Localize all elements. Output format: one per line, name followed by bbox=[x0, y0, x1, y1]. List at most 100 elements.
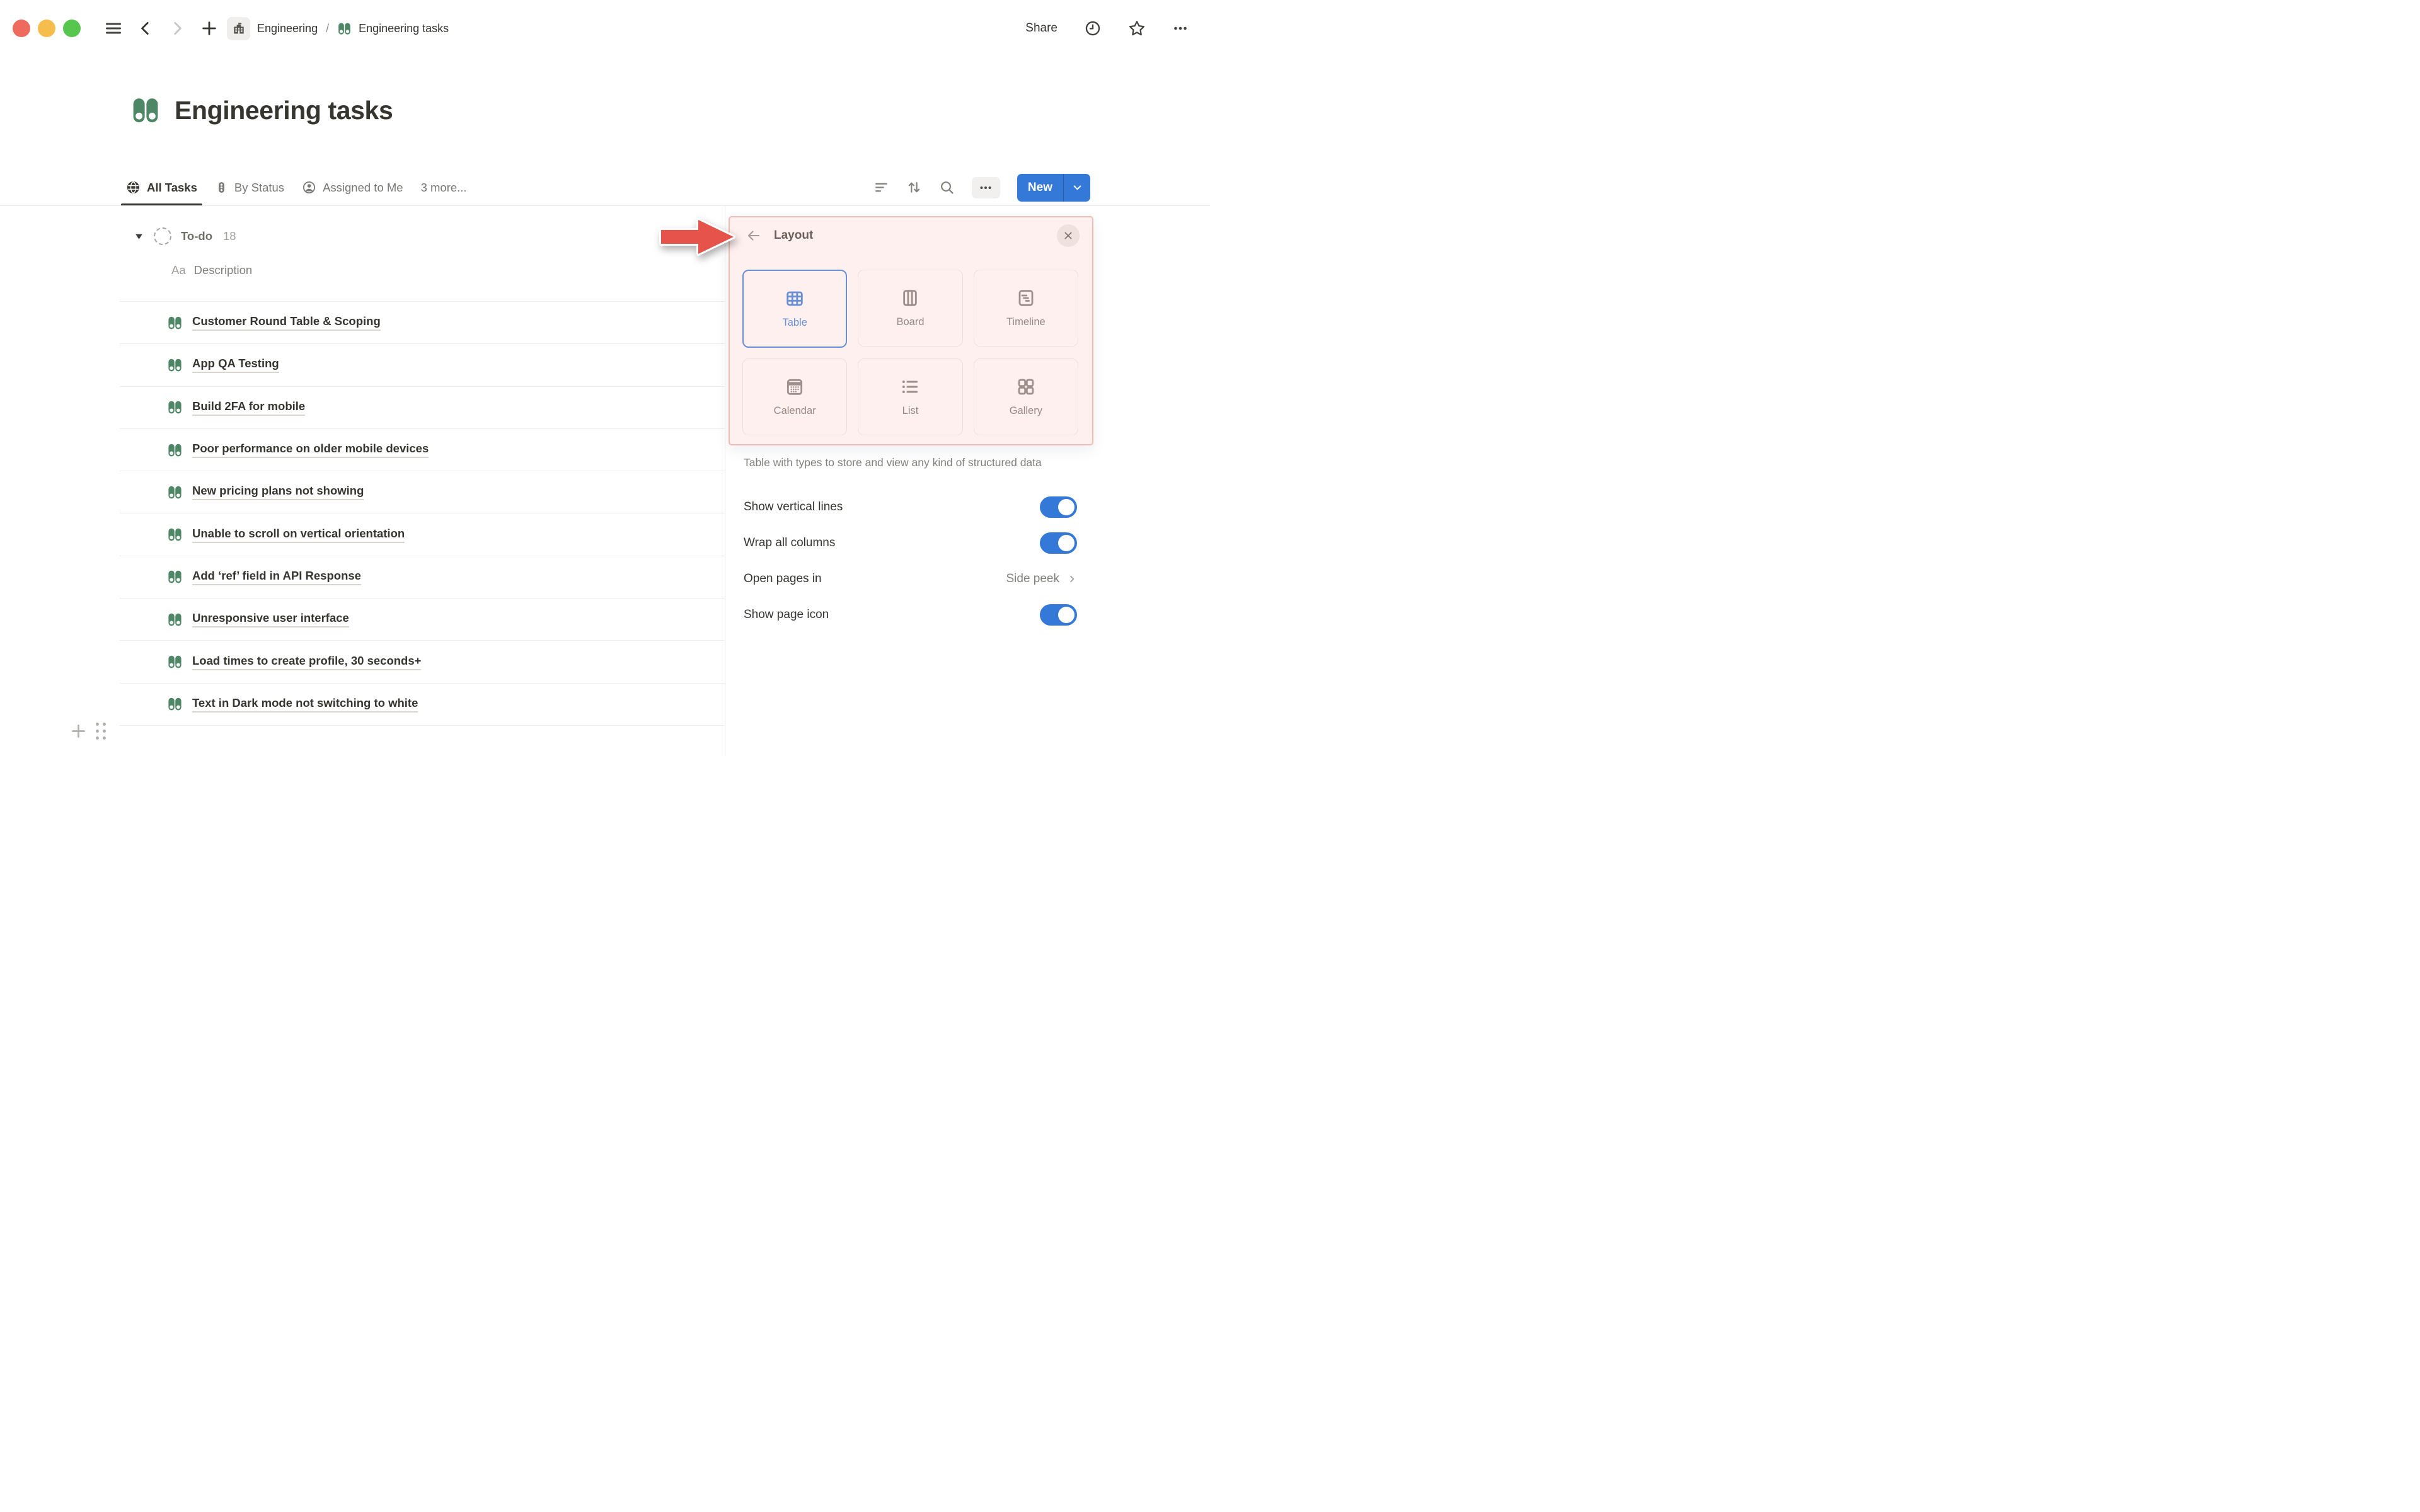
star-icon bbox=[1128, 20, 1146, 37]
list-layout-icon bbox=[900, 377, 920, 397]
task-rows: Customer Round Table & Scoping App QA Te… bbox=[120, 301, 725, 726]
view-toolbar: All Tasks By Status Assigned to Me 3 mor… bbox=[0, 169, 1210, 206]
chevron-down-icon bbox=[1072, 182, 1083, 193]
task-link[interactable]: Add ‘ref’ field in API Response bbox=[192, 569, 361, 585]
task-link[interactable]: Text in Dark mode not switching to white bbox=[192, 696, 418, 713]
table-row[interactable]: Poor performance on older mobile devices bbox=[120, 429, 725, 472]
layout-option-label: Calendar bbox=[773, 405, 816, 416]
table-row[interactable]: Customer Round Table & Scoping bbox=[120, 302, 725, 345]
breadcrumb-workspace[interactable]: Engineering bbox=[257, 22, 318, 35]
drag-handle-icon[interactable] bbox=[96, 723, 106, 740]
task-link[interactable]: New pricing plans not showing bbox=[192, 484, 364, 501]
gallery-layout-icon bbox=[1016, 377, 1036, 397]
task-link[interactable]: App QA Testing bbox=[192, 357, 279, 374]
task-link[interactable]: Customer Round Table & Scoping bbox=[192, 314, 381, 331]
traffic-light-icon bbox=[215, 181, 228, 194]
tab-label: Assigned to Me bbox=[323, 180, 403, 194]
select-value-text: Side peek bbox=[1006, 571, 1059, 585]
table-row[interactable]: Add ‘ref’ field in API Response bbox=[120, 556, 725, 599]
person-circle-icon bbox=[302, 180, 316, 195]
layout-option-board[interactable]: Board bbox=[858, 270, 963, 346]
layout-option-label: Table bbox=[782, 317, 807, 328]
layout-panel-header: Layout bbox=[730, 218, 1091, 249]
tab-assigned-to-me[interactable]: Assigned to Me bbox=[296, 169, 410, 205]
workspace-icon-chip[interactable] bbox=[227, 16, 250, 40]
tab-all-tasks[interactable]: All Tasks bbox=[120, 169, 204, 206]
task-link[interactable]: Build 2FA for mobile bbox=[192, 399, 306, 416]
table-row[interactable]: Unable to scroll on vertical orientation bbox=[120, 513, 725, 556]
task-link[interactable]: Unresponsive user interface bbox=[192, 611, 349, 628]
show-vertical-lines-toggle[interactable] bbox=[1040, 496, 1077, 518]
minimize-window-button[interactable] bbox=[38, 20, 55, 37]
tab-by-status[interactable]: By Status bbox=[209, 169, 291, 205]
table-row[interactable]: App QA Testing bbox=[120, 344, 725, 387]
forward-button[interactable] bbox=[169, 20, 185, 37]
setting-label: Show vertical lines bbox=[744, 500, 843, 513]
history-button[interactable] bbox=[1084, 20, 1102, 37]
collapse-triangle-icon[interactable] bbox=[134, 231, 144, 242]
table-row[interactable]: Text in Dark mode not switching to white bbox=[120, 684, 725, 726]
open-pages-in-select[interactable]: Side peek bbox=[1006, 572, 1077, 586]
table-row[interactable]: Load times to create profile, 30 seconds… bbox=[120, 641, 725, 684]
view-options-button[interactable] bbox=[971, 176, 1000, 198]
panel-close-button[interactable] bbox=[1057, 224, 1080, 247]
new-page-button[interactable] bbox=[200, 20, 218, 37]
hamburger-icon bbox=[105, 20, 122, 37]
new-button[interactable]: New bbox=[1017, 174, 1063, 202]
plus-icon bbox=[200, 20, 218, 37]
ellipsis-icon bbox=[978, 180, 993, 195]
todo-status-icon bbox=[154, 227, 171, 245]
column-header-description[interactable]: Aa Description bbox=[171, 260, 725, 281]
show-page-icon-toggle[interactable] bbox=[1040, 604, 1077, 626]
setting-label: Open pages in bbox=[744, 571, 822, 585]
table-row[interactable]: Build 2FA for mobile bbox=[120, 387, 725, 429]
layout-option-gallery[interactable]: Gallery bbox=[973, 358, 1078, 435]
binoculars-icon bbox=[167, 315, 183, 331]
new-dropdown-button[interactable] bbox=[1064, 174, 1090, 202]
plus-icon bbox=[69, 722, 88, 740]
timeline-layout-icon bbox=[1016, 288, 1036, 308]
layout-option-label: List bbox=[902, 405, 919, 416]
traffic-lights bbox=[13, 20, 81, 37]
chevron-right-icon bbox=[1067, 574, 1077, 584]
panel-title: Layout bbox=[774, 229, 814, 242]
breadcrumb-page[interactable]: Engineering tasks bbox=[359, 22, 449, 35]
page-binoculars-icon[interactable] bbox=[130, 95, 161, 125]
text-type-icon: Aa bbox=[171, 263, 186, 277]
sort-button[interactable] bbox=[906, 180, 922, 195]
tab-label: By Status bbox=[234, 180, 285, 194]
wrap-all-columns-toggle[interactable] bbox=[1040, 532, 1077, 554]
layout-option-table[interactable]: Table bbox=[742, 270, 848, 348]
tab-more-views[interactable]: 3 more... bbox=[415, 169, 473, 205]
sidebar-menu-button[interactable] bbox=[105, 20, 122, 37]
search-view-button[interactable] bbox=[939, 180, 955, 195]
more-options-button[interactable] bbox=[1172, 20, 1189, 37]
task-link[interactable]: Unable to scroll on vertical orientation bbox=[192, 527, 405, 543]
group-name[interactable]: To-do bbox=[181, 229, 212, 243]
layout-option-label: Gallery bbox=[1009, 405, 1042, 416]
calendar-layout-icon bbox=[785, 377, 805, 397]
binoculars-icon bbox=[167, 569, 183, 585]
view-tabs: All Tasks By Status Assigned to Me 3 mor… bbox=[120, 169, 473, 206]
favorite-button[interactable] bbox=[1128, 20, 1146, 37]
layout-option-calendar[interactable]: Calendar bbox=[742, 358, 848, 435]
task-link[interactable]: Poor performance on older mobile devices bbox=[192, 442, 429, 459]
new-split-button: New bbox=[1017, 173, 1090, 202]
panel-back-button[interactable] bbox=[746, 228, 761, 243]
layout-option-list[interactable]: List bbox=[858, 358, 963, 435]
filter-button[interactable] bbox=[873, 180, 889, 195]
share-button[interactable]: Share bbox=[1025, 21, 1057, 35]
clock-icon bbox=[1084, 20, 1102, 37]
table-row[interactable]: New pricing plans not showing bbox=[120, 471, 725, 514]
task-link[interactable]: Load times to create profile, 30 seconds… bbox=[192, 654, 422, 670]
back-button[interactable] bbox=[137, 20, 154, 37]
binoculars-icon bbox=[167, 527, 183, 542]
close-window-button[interactable] bbox=[13, 20, 30, 37]
setting-label: Show page icon bbox=[744, 607, 829, 621]
table-row[interactable]: Unresponsive user interface bbox=[120, 598, 725, 641]
zoom-window-button[interactable] bbox=[63, 20, 81, 37]
add-row-button[interactable] bbox=[69, 722, 88, 740]
layout-option-label: Timeline bbox=[1006, 316, 1046, 328]
layout-options-grid: Table Board Timeline Calendar List Galle… bbox=[730, 270, 1091, 435]
layout-option-timeline[interactable]: Timeline bbox=[973, 270, 1078, 346]
